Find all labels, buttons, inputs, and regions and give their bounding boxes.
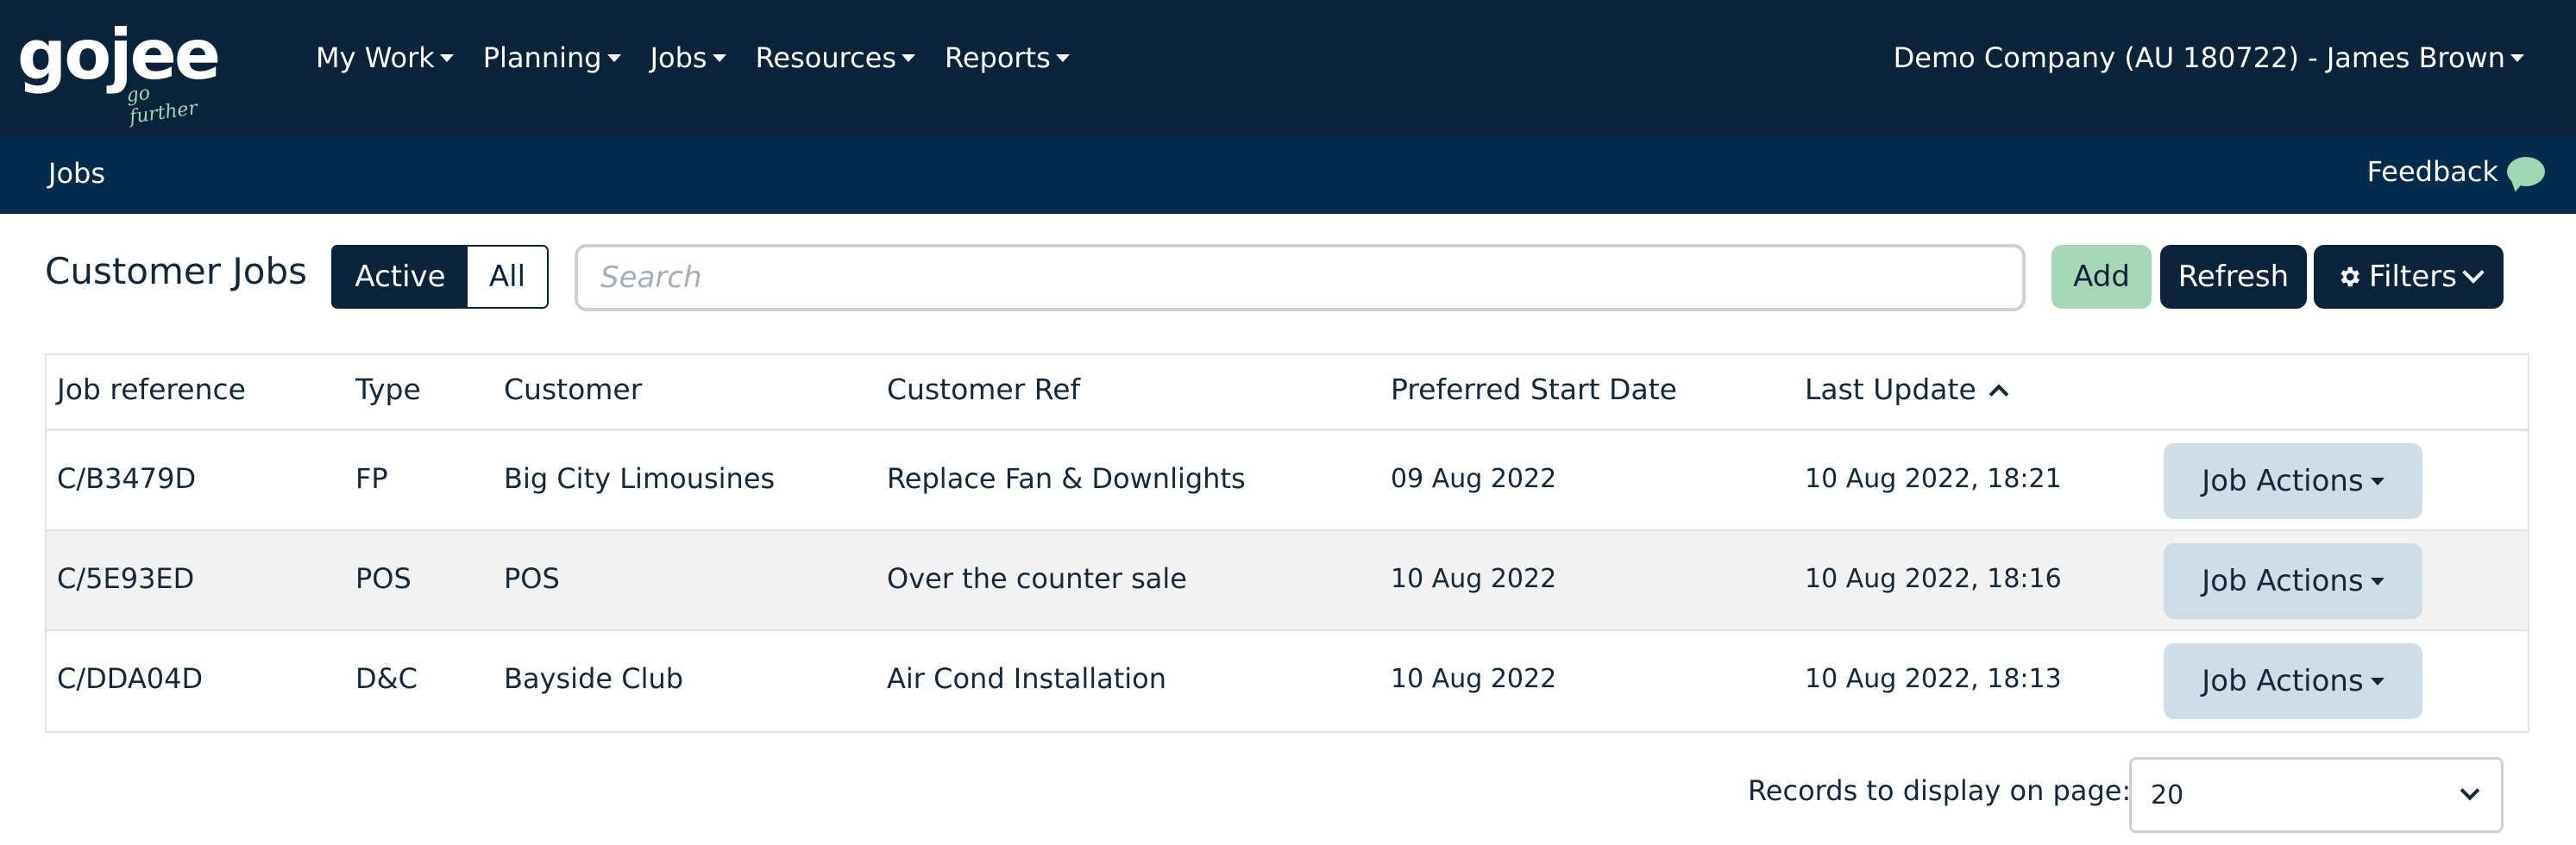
table-header: Job reference Type Customer Customer Ref…: [47, 355, 2528, 431]
job-actions-label: Job Actions: [2202, 664, 2364, 698]
column-header-type[interactable]: Type: [355, 372, 421, 406]
gojee-logo[interactable]: gojee go further: [17, 21, 221, 128]
jobs-table: Job reference Type Customer Customer Ref…: [45, 354, 2529, 733]
column-header-last-update[interactable]: Last Update: [1805, 372, 2009, 406]
chat-bubble-icon: [2507, 157, 2545, 186]
sort-ascending-icon: [1989, 384, 2009, 404]
cell-type: D&C: [355, 662, 418, 695]
cell-preferred-start-date: 10 Aug 2022: [1391, 664, 1557, 694]
caret-down-icon: [1055, 53, 1070, 62]
feedback-label: Feedback: [2366, 155, 2498, 188]
caret-down-icon: [2510, 53, 2524, 62]
cell-customer-ref: Air Cond Installation: [887, 662, 1167, 695]
column-header-customer-ref[interactable]: Customer Ref: [887, 372, 1080, 406]
nav-planning-label: Planning: [482, 41, 602, 74]
cell-last-update: 10 Aug 2022, 18:21: [1805, 464, 2062, 494]
nav-jobs[interactable]: Jobs: [650, 41, 726, 74]
toggle-all-button[interactable]: All: [468, 247, 547, 307]
cell-preferred-start-date: 09 Aug 2022: [1391, 464, 1557, 494]
records-per-page-label: Records to display on page:: [1748, 774, 2132, 807]
cell-customer: Big City Limousines: [504, 462, 776, 495]
refresh-button[interactable]: Refresh: [2160, 245, 2307, 309]
column-header-customer[interactable]: Customer: [504, 372, 642, 406]
nav-planning[interactable]: Planning: [483, 41, 621, 74]
chevron-down-icon: [2460, 780, 2480, 801]
cell-job-reference: C/5E93ED: [57, 562, 195, 595]
nav-my-work[interactable]: My Work: [316, 41, 454, 74]
caret-down-icon: [712, 53, 726, 62]
page-title: Customer Jobs: [45, 250, 307, 292]
nav-resources-label: Resources: [755, 41, 897, 74]
breadcrumb: Jobs: [48, 157, 105, 190]
cell-customer-ref: Replace Fan & Downlights: [887, 462, 1246, 495]
records-per-page-value: 20: [2151, 779, 2184, 811]
job-actions-label: Job Actions: [2202, 464, 2364, 498]
caret-down-icon: [902, 53, 916, 62]
cell-last-update: 10 Aug 2022, 18:13: [1805, 664, 2062, 694]
cell-customer: POS: [504, 562, 560, 595]
job-actions-label: Job Actions: [2202, 564, 2364, 598]
account-menu[interactable]: Demo Company (AU 180722) - James Brown: [1894, 41, 2524, 74]
nav-reports-label: Reports: [945, 41, 1051, 74]
caret-down-icon: [606, 53, 621, 62]
job-actions-button[interactable]: Job Actions: [2164, 643, 2422, 719]
records-per-page-select[interactable]: 20: [2129, 757, 2504, 833]
filters-button[interactable]: Filters: [2314, 245, 2504, 309]
filters-label: Filters: [2369, 260, 2457, 294]
active-all-toggle: Active All: [331, 245, 549, 309]
caret-down-icon: [2370, 677, 2384, 685]
column-header-job-reference[interactable]: Job reference: [57, 372, 246, 406]
sub-header: Jobs Feedback: [0, 136, 2576, 214]
chevron-down-icon: [2462, 261, 2485, 284]
caret-down-icon: [2370, 477, 2384, 485]
search-input[interactable]: [575, 244, 2026, 311]
nav-resources[interactable]: Resources: [755, 41, 916, 74]
account-label: Demo Company (AU 180722) - James Brown: [1893, 41, 2505, 74]
cell-job-reference: C/DDA04D: [57, 662, 204, 695]
toggle-active-button[interactable]: Active: [333, 247, 468, 307]
job-actions-button[interactable]: Job Actions: [2164, 443, 2422, 519]
column-header-preferred-start-date[interactable]: Preferred Start Date: [1391, 372, 1677, 406]
top-navbar: gojee go further My Work Planning Jobs R…: [0, 0, 2576, 136]
feedback-button[interactable]: Feedback: [2367, 155, 2545, 188]
nav-jobs-label: Jobs: [650, 41, 707, 74]
cell-customer: Bayside Club: [504, 662, 684, 695]
table-row[interactable]: C/DDA04D D&C Bayside Club Air Cond Insta…: [47, 631, 2528, 731]
cell-customer-ref: Over the counter sale: [887, 562, 1187, 595]
table-row[interactable]: C/5E93ED POS POS Over the counter sale 1…: [47, 531, 2528, 631]
nav-my-work-label: My Work: [316, 41, 435, 74]
table-row[interactable]: C/B3479D FP Big City Limousines Replace …: [47, 431, 2528, 531]
cell-type: POS: [355, 562, 412, 595]
last-update-label: Last Update: [1805, 372, 1976, 406]
cell-type: FP: [355, 462, 388, 495]
nav-reports[interactable]: Reports: [945, 41, 1070, 74]
caret-down-icon: [2370, 577, 2384, 585]
main-nav: My Work Planning Jobs Resources Reports: [316, 41, 1099, 74]
cell-preferred-start-date: 10 Aug 2022: [1391, 564, 1557, 594]
cell-job-reference: C/B3479D: [57, 462, 197, 495]
caret-down-icon: [439, 53, 454, 62]
cell-last-update: 10 Aug 2022, 18:16: [1805, 564, 2062, 594]
add-button[interactable]: Add: [2051, 245, 2152, 309]
job-actions-button[interactable]: Job Actions: [2164, 543, 2422, 619]
gear-icon: [2340, 266, 2360, 287]
